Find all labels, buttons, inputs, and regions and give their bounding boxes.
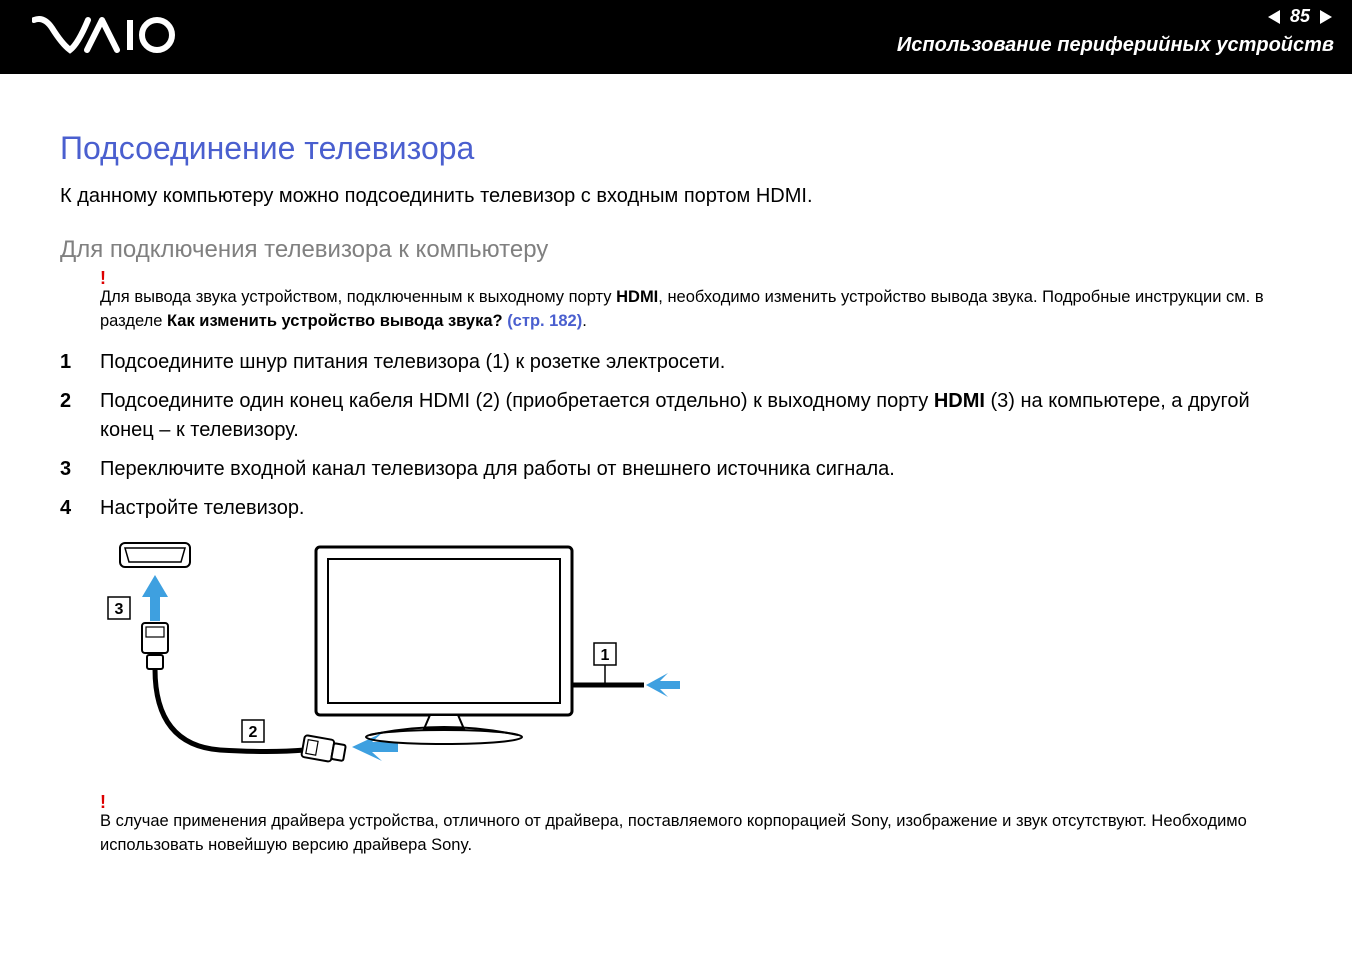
step-2-text-a: Подсоедините один конец кабеля HDMI (2) … bbox=[100, 390, 934, 412]
page-header: 85 Использование периферийных устройств bbox=[0, 0, 1352, 74]
step-3: Переключите входной канал телевизора для… bbox=[100, 455, 1292, 484]
callout-3: 3 bbox=[108, 597, 130, 619]
step-3-text: Переключите входной канал телевизора для… bbox=[100, 458, 895, 480]
step-1-text: Подсоедините шнур питания телевизора (1)… bbox=[100, 351, 725, 373]
intro-text: К данному компьютеру можно подсоединить … bbox=[60, 185, 1292, 208]
page-content: Подсоединение телевизора К данному компь… bbox=[0, 74, 1352, 878]
step-4: Настройте телевизор. bbox=[100, 494, 1292, 523]
svg-text:3: 3 bbox=[115, 601, 124, 618]
svg-text:2: 2 bbox=[249, 724, 258, 741]
arrow-power-icon bbox=[646, 673, 680, 697]
warning-note-2: ! В случае применения драйвера устройств… bbox=[60, 810, 1292, 858]
arrow-right-tv-icon bbox=[352, 733, 398, 761]
hdmi-cable-icon bbox=[155, 669, 305, 752]
arrow-up-icon bbox=[142, 575, 168, 621]
warn1-prefix: Для вывода звука устройством, подключенн… bbox=[100, 288, 616, 306]
callout-1: 1 bbox=[594, 643, 616, 665]
warning-note-1: ! Для вывода звука устройством, подключе… bbox=[60, 286, 1292, 334]
svg-text:1: 1 bbox=[601, 647, 610, 664]
steps-list: Подсоедините шнур питания телевизора (1)… bbox=[60, 348, 1292, 523]
page-nav: 85 bbox=[1266, 6, 1334, 27]
hdmi-port-icon bbox=[120, 543, 190, 567]
warning-text-2: В случае применения драйвера устройства,… bbox=[100, 810, 1292, 858]
vaio-logo bbox=[32, 14, 177, 61]
tv-icon bbox=[316, 547, 572, 744]
page-number: 85 bbox=[1290, 6, 1310, 27]
step-4-text: Настройте телевизор. bbox=[100, 497, 305, 519]
warning-icon: ! bbox=[100, 268, 106, 289]
hdmi-connector-icon bbox=[142, 623, 168, 669]
warning-text-1: Для вывода звука устройством, подключенн… bbox=[100, 286, 1292, 334]
section-title: Использование периферийных устройств bbox=[897, 34, 1334, 57]
warn1-link[interactable]: (стр. 182) bbox=[507, 312, 582, 330]
hdmi-connector-end-icon bbox=[301, 735, 346, 764]
nav-prev-icon[interactable] bbox=[1266, 9, 1284, 25]
page-title: Подсоединение телевизора bbox=[60, 130, 1292, 167]
warn1-bold1: HDMI bbox=[616, 288, 658, 306]
step-1: Подсоедините шнур питания телевизора (1)… bbox=[100, 348, 1292, 377]
connection-diagram: 3 2 bbox=[100, 535, 1292, 800]
warning-icon: ! bbox=[100, 792, 106, 813]
subheading: Для подключения телевизора к компьютеру bbox=[60, 236, 1292, 264]
step-2: Подсоедините один конец кабеля HDMI (2) … bbox=[100, 387, 1292, 445]
nav-next-icon[interactable] bbox=[1316, 9, 1334, 25]
warn1-bold2: Как изменить устройство вывода звука? bbox=[167, 312, 507, 330]
warn1-suffix: . bbox=[582, 312, 587, 330]
step-2-bold: HDMI bbox=[934, 390, 985, 412]
callout-2: 2 bbox=[242, 720, 264, 742]
